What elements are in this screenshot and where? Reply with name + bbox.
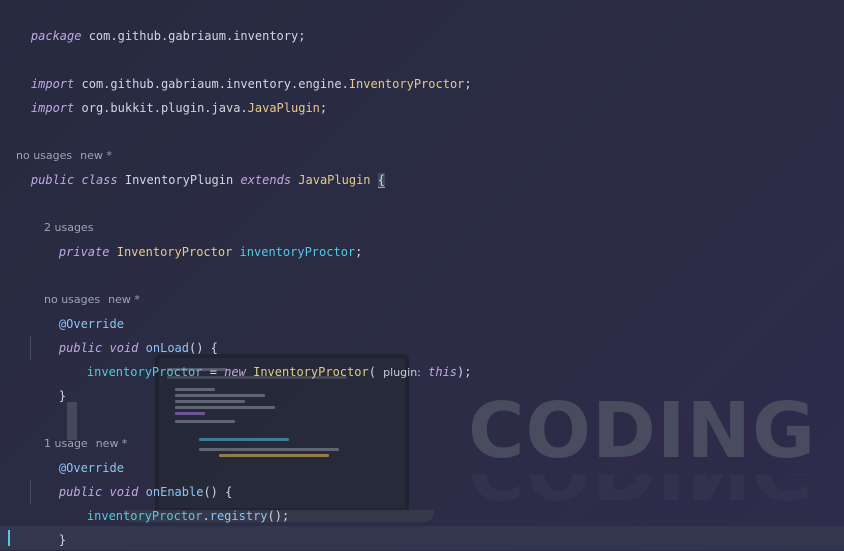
field-name: inventoryProctor	[86, 365, 203, 379]
keyword: import	[30, 101, 75, 115]
keyword: public	[30, 173, 75, 187]
code-line-annotation[interactable]: @Override	[30, 432, 124, 475]
code-line-onload-body[interactable]: inventoryProctor = new InventoryProctor(…	[58, 336, 472, 379]
inlay-hint-onenable[interactable]: 1 usage new *	[30, 408, 127, 450]
current-line-highlight	[0, 526, 844, 550]
punctuation: .	[202, 509, 210, 523]
code-line-closing-brace[interactable]: }	[30, 360, 66, 403]
superclass-name: JavaPlugin	[298, 173, 371, 187]
parameter-hint: plugin:	[383, 366, 421, 379]
inlay-hint-class[interactable]: no usages new *	[2, 120, 112, 162]
code-line-package[interactable]: package com.github.gabriaum.inventory;	[2, 0, 306, 43]
code-line-field[interactable]: private InventoryProctor inventoryProcto…	[30, 216, 362, 259]
class-name: JavaPlugin	[247, 101, 320, 115]
watermark-text-reflection: CODING	[468, 474, 816, 514]
code-line-onenable-body[interactable]: inventoryProctor.registry();	[58, 480, 289, 523]
inlay-hint-onload[interactable]: no usages new *	[30, 264, 140, 306]
import-path: org.bukkit.plugin.java.	[74, 101, 248, 115]
keyword: package	[30, 29, 82, 43]
keyword: new	[224, 365, 246, 379]
code-line-closing-brace[interactable]: }	[30, 504, 66, 547]
punctuation: ;	[464, 77, 472, 91]
keyword: class	[81, 173, 118, 187]
field-name: inventoryProctor	[86, 509, 203, 523]
code-line-import-1[interactable]: import com.github.gabriaum.inventory.eng…	[2, 48, 472, 91]
punctuation: );	[457, 365, 472, 379]
operator: =	[202, 365, 225, 379]
watermark-text: CODING	[468, 387, 817, 476]
keyword: this	[428, 365, 458, 379]
code-line-annotation[interactable]: @Override	[30, 288, 124, 331]
text-caret	[8, 530, 10, 546]
class-name: InventoryProctor	[348, 77, 465, 91]
punctuation: ;	[319, 101, 328, 115]
punctuation: ;	[355, 245, 363, 259]
keyword: extends	[240, 173, 292, 187]
code-line-class-declaration[interactable]: public class InventoryPlugin extends Jav…	[2, 144, 385, 188]
keyword: private	[58, 245, 110, 259]
package-name: com.github.gabriaum.inventory;	[81, 29, 306, 43]
type-name: InventoryProctor	[116, 245, 233, 259]
punctuation: }	[58, 533, 67, 547]
inlay-hint-field[interactable]: 2 usages	[30, 192, 93, 234]
code-line-import-2[interactable]: import org.bukkit.plugin.java.JavaPlugin…	[2, 72, 327, 115]
field-name: inventoryProctor	[239, 245, 356, 259]
code-line-onenable-signature[interactable]: public void onEnable() {	[30, 456, 232, 499]
code-line-onload-signature[interactable]: public void onLoad() {	[30, 312, 218, 355]
type-name: InventoryProctor	[253, 365, 369, 379]
punctuation: ();	[267, 509, 290, 523]
method-call: registry	[209, 509, 268, 523]
punctuation: }	[58, 389, 67, 403]
class-name: InventoryPlugin	[124, 173, 234, 187]
matched-brace: {	[377, 173, 385, 188]
punctuation: (	[368, 365, 384, 379]
